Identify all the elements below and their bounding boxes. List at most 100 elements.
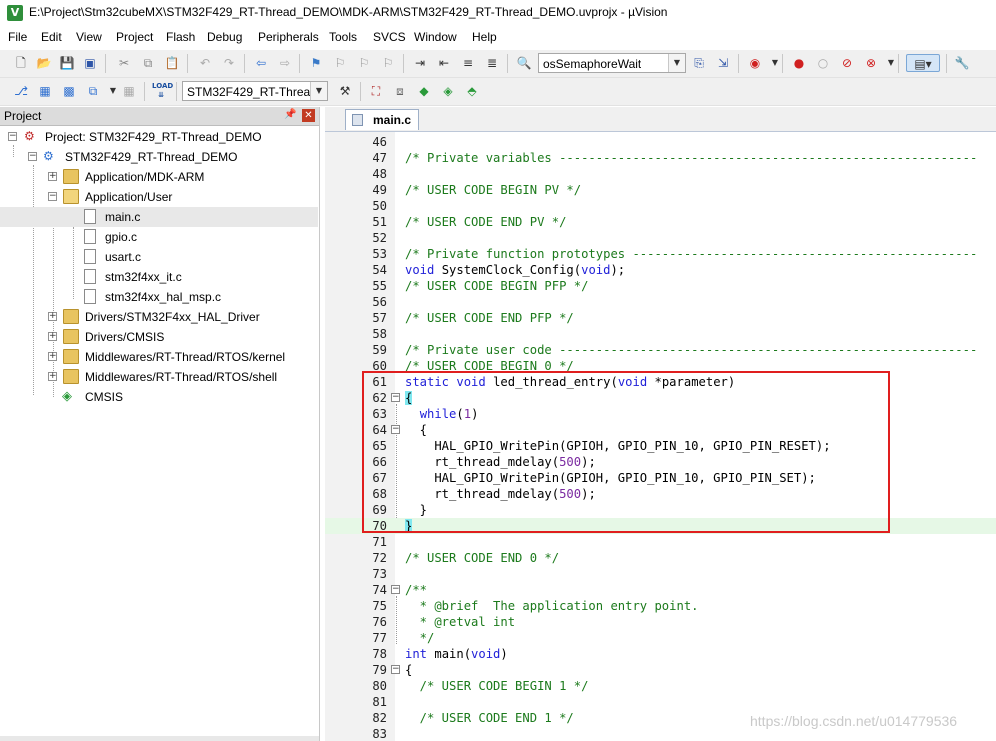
menu-project[interactable]: Project xyxy=(116,30,153,44)
code-line[interactable]: 79−{ xyxy=(325,662,996,678)
code-line[interactable]: 72 /* USER CODE END 0 */ xyxy=(325,550,996,566)
menu-help[interactable]: Help xyxy=(472,30,497,44)
copy-icon[interactable]: ⧉ xyxy=(139,54,157,72)
tree-item-project[interactable]: − ⚙ Project: STM32F429_RT-Thread_DEMO xyxy=(0,127,319,147)
save-icon[interactable]: 💾 xyxy=(58,54,76,72)
find-in-files-icon[interactable]: 🔍 xyxy=(515,54,533,72)
code-line[interactable]: 75 * @brief The application entry point. xyxy=(325,598,996,614)
file-extensions-icon[interactable]: ⛶ xyxy=(367,82,385,100)
tree-item-component[interactable]: ◈ CMSIS xyxy=(0,387,319,407)
tree-item-target[interactable]: − ⚙ STM32F429_RT-Thread_DEMO xyxy=(0,147,319,167)
code-line[interactable]: 49 /* USER CODE BEGIN PV */ xyxy=(325,182,996,198)
target-options-icon[interactable]: ⚒ xyxy=(336,82,354,100)
code-line[interactable]: 55 /* USER CODE BEGIN PFP */ xyxy=(325,278,996,294)
build-icon[interactable]: ▦ xyxy=(36,82,54,100)
expand-icon[interactable]: + xyxy=(48,312,57,321)
uncomment-icon[interactable]: ≣ xyxy=(483,54,501,72)
tree-item-file[interactable]: stm32f4xx_it.c xyxy=(0,267,319,287)
code-line[interactable]: 56 xyxy=(325,294,996,310)
kill-breakpoints-icon[interactable]: ⊗ xyxy=(862,54,880,72)
tree-item-group[interactable]: + Application/MDK-ARM xyxy=(0,167,319,187)
find-icon[interactable]: ⎘ xyxy=(690,54,708,72)
rebuild-icon[interactable]: ▩ xyxy=(60,82,78,100)
manage-components-icon[interactable]: ⧈ xyxy=(391,82,409,100)
comment-icon[interactable]: ≡ xyxy=(459,54,477,72)
debug-session-icon[interactable]: ◉ xyxy=(746,54,764,72)
expand-icon[interactable]: + xyxy=(48,172,57,181)
translate-icon[interactable]: ⎇ xyxy=(12,82,30,100)
expand-icon[interactable]: + xyxy=(48,352,57,361)
redo-icon[interactable]: ↷ xyxy=(220,54,238,72)
prev-bookmark-icon[interactable]: ⚐ xyxy=(331,54,349,72)
menu-file[interactable]: File xyxy=(8,30,27,44)
tab-main-c[interactable]: main.c xyxy=(345,109,419,130)
stop-build-icon[interactable]: ▦ xyxy=(120,82,138,100)
code-line[interactable]: 57 /* USER CODE END PFP */ xyxy=(325,310,996,326)
code-line[interactable]: 52 xyxy=(325,230,996,246)
expand-icon[interactable]: + xyxy=(48,332,57,341)
open-folder-icon[interactable]: 📂 xyxy=(35,54,53,72)
tree-item-file[interactable]: gpio.c xyxy=(0,227,319,247)
fold-collapse-icon[interactable]: − xyxy=(391,585,400,594)
code-line[interactable]: 59 /* Private user code -----------------… xyxy=(325,342,996,358)
navigate-forward-icon[interactable]: ⇨ xyxy=(276,54,294,72)
code-line[interactable]: 74−/** xyxy=(325,582,996,598)
fold-collapse-icon[interactable]: − xyxy=(391,665,400,674)
collapse-icon[interactable]: − xyxy=(28,152,37,161)
code-line[interactable]: 51 /* USER CODE END PV */ xyxy=(325,214,996,230)
menu-svcs[interactable]: SVCS xyxy=(373,30,406,44)
insert-breakpoint-icon[interactable]: ● xyxy=(790,54,808,72)
cut-icon[interactable]: ✂ xyxy=(115,54,133,72)
tree-item-group[interactable]: + Middlewares/RT-Thread/RTOS/shell xyxy=(0,367,319,387)
new-file-icon[interactable]: 🗋 xyxy=(12,54,30,72)
indent-icon[interactable]: ⇥ xyxy=(411,54,429,72)
download-load-icon[interactable]: LOAD ⇊ xyxy=(152,82,173,100)
code-line[interactable]: 54 void SystemClock_Config(void); xyxy=(325,262,996,278)
tree-item-file-selected[interactable]: main.c xyxy=(0,207,318,227)
navigate-back-icon[interactable]: ⇦ xyxy=(252,54,270,72)
tree-item-group[interactable]: − Application/User xyxy=(0,187,319,207)
incremental-find-icon[interactable]: ⇲ xyxy=(714,54,732,72)
code-line[interactable]: 53 /* Private function prototypes -------… xyxy=(325,246,996,262)
next-bookmark-icon[interactable]: ⚐ xyxy=(355,54,373,72)
menu-tools[interactable]: Tools xyxy=(329,30,357,44)
menu-debug[interactable]: Debug xyxy=(207,30,242,44)
run-time-environment-icon[interactable]: ⬘ xyxy=(463,82,481,100)
menu-view[interactable]: View xyxy=(76,30,102,44)
code-line[interactable]: 73 xyxy=(325,566,996,582)
batch-build-icon[interactable]: ⧉ xyxy=(84,82,102,100)
undo-icon[interactable]: ↶ xyxy=(196,54,214,72)
tree-item-file[interactable]: usart.c xyxy=(0,247,319,267)
code-line[interactable]: 81 xyxy=(325,694,996,710)
bookmark-icon[interactable]: ⚑ xyxy=(307,54,325,72)
menu-edit[interactable]: Edit xyxy=(41,30,62,44)
code-line[interactable]: 80 /* USER CODE BEGIN 1 */ xyxy=(325,678,996,694)
clear-bookmarks-icon[interactable]: ⚐ xyxy=(379,54,397,72)
pin-icon[interactable]: 📌 xyxy=(284,109,296,120)
code-line[interactable]: 78 int main(void) xyxy=(325,646,996,662)
chevron-down-icon[interactable]: ▼ xyxy=(310,82,327,100)
save-all-icon[interactable]: ▣ xyxy=(81,54,99,72)
paste-icon[interactable]: 📋 xyxy=(163,54,181,72)
unindent-icon[interactable]: ⇤ xyxy=(435,54,453,72)
code-line[interactable]: 77 */ xyxy=(325,630,996,646)
chevron-down-icon[interactable]: ▼ xyxy=(668,54,685,72)
configure-icon[interactable]: 🔧 xyxy=(953,54,971,72)
close-icon[interactable]: ✕ xyxy=(302,109,315,122)
enable-breakpoint-icon[interactable]: ○ xyxy=(814,54,832,72)
menu-flash[interactable]: Flash xyxy=(166,30,195,44)
collapse-icon[interactable]: − xyxy=(8,132,17,141)
tree-item-group[interactable]: + Drivers/CMSIS xyxy=(0,327,319,347)
pack-installer-icon[interactable]: ◆ xyxy=(415,82,433,100)
tree-item-group[interactable]: + Drivers/STM32F4xx_HAL_Driver xyxy=(0,307,319,327)
code-line[interactable]: 47 /* Private variables -----------------… xyxy=(325,150,996,166)
code-line[interactable]: 48 xyxy=(325,166,996,182)
code-line[interactable]: 58 xyxy=(325,326,996,342)
target-combo[interactable]: STM32F429_RT-Thread_D ▼ xyxy=(182,81,328,101)
menu-window[interactable]: Window xyxy=(414,30,457,44)
find-combo[interactable]: osSemaphoreWait ▼ xyxy=(538,53,686,73)
tree-item-file[interactable]: stm32f4xx_hal_msp.c xyxy=(0,287,319,307)
code-line[interactable]: 46 xyxy=(325,134,996,150)
window-layout-icon[interactable]: ▤▾ xyxy=(906,54,940,72)
code-line[interactable]: 71 xyxy=(325,534,996,550)
